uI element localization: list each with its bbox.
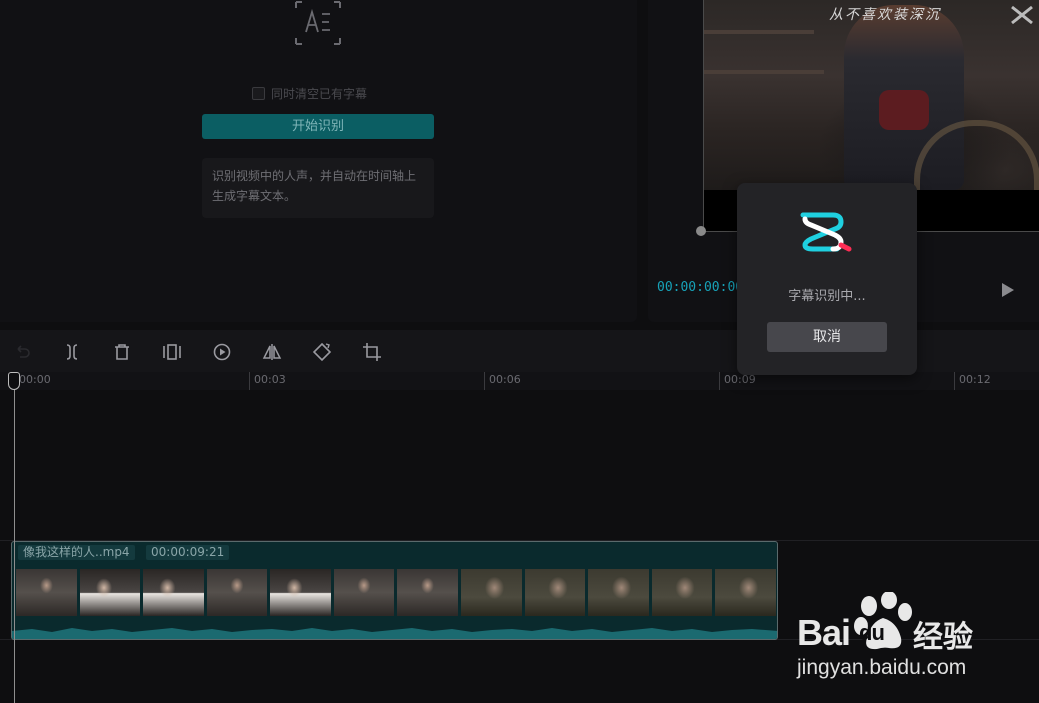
baidu-url: jingyan.baidu.com [797, 656, 967, 679]
clip-thumbnail [397, 569, 459, 616]
video-watermark-logo-icon [1011, 5, 1033, 25]
clip-filename: 像我这样的人..mp4 [18, 545, 135, 560]
ruler-tick [249, 372, 250, 390]
preview-scrub-handle[interactable] [696, 226, 706, 236]
clip-thumbnail [461, 569, 522, 616]
baidu-logo-text: Bai [797, 612, 851, 653]
description-line: 识别视频中的人声，并自动在时间轴上 [212, 169, 417, 183]
ruler-tick-label: 00:06 [489, 373, 521, 386]
baidu-logo-du: du [859, 620, 885, 645]
undo-icon[interactable] [12, 342, 32, 362]
ruler-tick [954, 372, 955, 390]
clear-existing-checkbox[interactable] [252, 87, 265, 100]
clip-thumbnail [206, 569, 268, 616]
start-recognition-button[interactable]: 开始识别 [202, 114, 434, 139]
crop-icon[interactable] [362, 342, 382, 362]
description-line: 生成字幕文本。 [212, 189, 297, 203]
playhead-line [14, 374, 15, 703]
video-watermark-text: 从不喜欢装深沉 [829, 7, 941, 23]
clip-thumbnail [143, 569, 204, 616]
reverse-icon[interactable] [212, 342, 232, 362]
cancel-button[interactable]: 取消 [767, 322, 887, 352]
recognition-progress-dialog: 字幕识别中... 取消 [737, 183, 917, 375]
video-frame-image [704, 0, 1039, 190]
clip-thumbnail [651, 569, 713, 616]
recognition-description: 识别视频中的人声，并自动在时间轴上 生成字幕文本。 [202, 158, 434, 218]
split-icon[interactable] [62, 342, 82, 362]
play-icon[interactable] [1001, 282, 1015, 298]
ruler-tick-label: 00:12 [959, 373, 991, 386]
scene-shirt [879, 90, 929, 130]
clip-thumbnail [715, 569, 776, 616]
clear-existing-subtitles-option[interactable]: 同时清空已有字幕 [252, 85, 367, 102]
clip-thumbnails [16, 569, 776, 616]
auto-caption-icon [294, 0, 342, 46]
rotate-icon[interactable] [312, 342, 332, 362]
clip-thumbnail [79, 569, 141, 616]
clip-thumbnail [16, 569, 77, 616]
recognition-panel: 同时清空已有字幕 开始识别 识别视频中的人声，并自动在时间轴上 生成字幕文本。 [0, 0, 637, 322]
baidu-jingyan-watermark: Bai du 经验 jingyan.baidu.com [795, 592, 1035, 684]
ruler-tick [484, 372, 485, 390]
clip-duration: 00:00:09:21 [146, 545, 230, 560]
clip-thumbnail [588, 569, 649, 616]
scene-shelf [704, 70, 824, 74]
ruler-tick-label: 00:00 [19, 373, 51, 386]
freeze-frame-icon[interactable] [162, 342, 182, 362]
clear-existing-label: 同时清空已有字幕 [271, 87, 368, 101]
mirror-icon[interactable] [262, 342, 282, 362]
clip-thumbnail [524, 569, 586, 616]
scene-shelf [704, 30, 814, 34]
player-timecode: 00:00:00:00 [657, 280, 744, 295]
audio-waveform [12, 628, 777, 639]
playhead-handle[interactable] [8, 372, 20, 390]
baidu-jingyan-text: 经验 [913, 620, 973, 655]
clip-thumbnail [333, 569, 395, 616]
recognition-status-text: 字幕识别中... [788, 289, 866, 304]
delete-icon[interactable] [112, 342, 132, 362]
app-window: 同时清空已有字幕 开始识别 识别视频中的人声，并自动在时间轴上 生成字幕文本。 … [0, 0, 1039, 703]
clip-thumbnail [270, 569, 331, 616]
ruler-tick [719, 372, 720, 390]
ruler-tick-label: 00:03 [254, 373, 286, 386]
video-clip[interactable]: 像我这样的人..mp4 00:00:09:21 [11, 541, 778, 640]
capcut-logo-icon [800, 212, 852, 252]
